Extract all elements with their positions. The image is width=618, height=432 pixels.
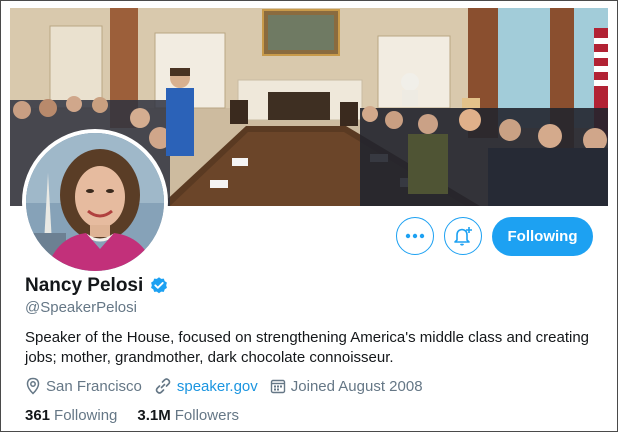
profile-handle: @SpeakerPelosi (25, 299, 137, 316)
notifications-toggle-button[interactable] (444, 217, 482, 255)
website-link[interactable]: speaker.gov (177, 378, 258, 395)
profile-bio: Speaker of the House, focused on strengt… (25, 329, 590, 366)
name-row: Nancy Pelosi (25, 275, 169, 297)
location-item: San Francisco (25, 377, 142, 395)
more-dots-icon (405, 233, 425, 239)
display-name: Nancy Pelosi (25, 275, 144, 296)
more-options-button[interactable] (396, 217, 434, 255)
following-count: 361 (25, 407, 51, 424)
followers-label: Followers (174, 407, 239, 424)
profile-stats: 361 Following 3.1M Followers (25, 407, 259, 424)
followers-count: 3.1M (137, 407, 171, 424)
profile-avatar[interactable] (22, 129, 168, 275)
followers-stat-link[interactable]: 3.1M Followers (137, 407, 239, 424)
following-stat-link[interactable]: 361 Following (25, 407, 117, 424)
link-icon (155, 378, 171, 394)
following-button[interactable]: Following (492, 217, 593, 256)
verified-badge-icon (151, 277, 168, 294)
following-label: Following (54, 407, 118, 424)
calendar-icon (270, 379, 285, 394)
profile-card: Following Nancy Pelosi @SpeakerPelosi Sp… (0, 0, 618, 432)
bell-plus-icon (454, 227, 472, 246)
joined-text: Joined August 2008 (290, 377, 423, 395)
avatar-photo (26, 133, 164, 271)
location-pin-icon (26, 377, 40, 395)
location-text: San Francisco (46, 377, 142, 395)
website-item: speaker.gov (154, 377, 258, 395)
joined-item: Joined August 2008 (270, 378, 423, 395)
profile-meta: San Francisco speaker.gov Joined August … (25, 377, 435, 395)
